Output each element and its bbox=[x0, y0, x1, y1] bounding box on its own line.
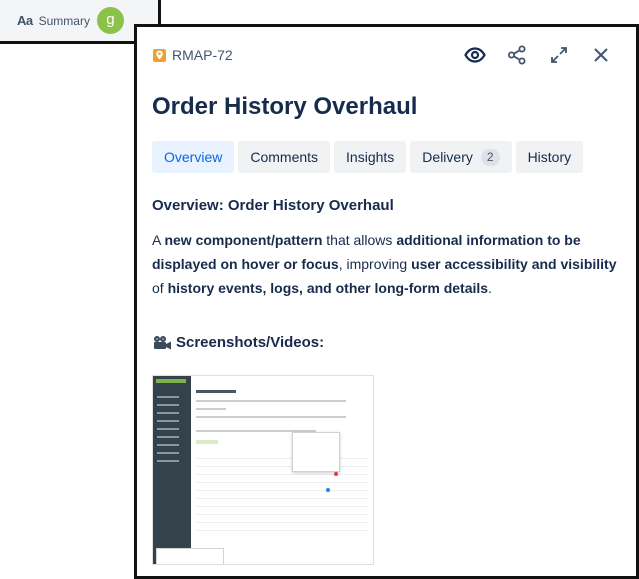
thumbnail-field bbox=[196, 408, 226, 410]
avatar[interactable]: g bbox=[96, 7, 124, 34]
thumbnail-nav-line bbox=[157, 460, 179, 462]
bold-run: user accessibility and visibility bbox=[411, 256, 617, 272]
screenshots-heading-label: Screenshots/Videos: bbox=[176, 334, 325, 351]
text-run: that allows bbox=[322, 232, 397, 248]
thumbnail-nav-line bbox=[157, 436, 179, 438]
thumbnail-nav-line bbox=[157, 396, 179, 398]
tab-label: Overview bbox=[164, 149, 223, 165]
tab-label: History bbox=[527, 149, 572, 165]
tab-label: Insights bbox=[346, 149, 395, 165]
card-header: RMAP-72 bbox=[153, 44, 622, 66]
share-icon bbox=[508, 45, 526, 65]
text-run: , improving bbox=[338, 256, 412, 272]
thumbnail-button bbox=[196, 440, 218, 444]
tab-label: Comments bbox=[250, 149, 319, 165]
thumbnail-nav-line bbox=[157, 428, 179, 430]
thumbnail-heading bbox=[196, 390, 236, 393]
thumbnail-tooltip bbox=[156, 548, 224, 564]
thumbnail-field bbox=[196, 400, 346, 402]
thumbnail-table-row bbox=[196, 486, 367, 491]
text-run: A bbox=[152, 232, 165, 248]
thumbnail-nav-line bbox=[157, 444, 179, 446]
location-pin-icon bbox=[153, 48, 166, 62]
close-button[interactable] bbox=[580, 41, 622, 69]
share-button[interactable] bbox=[496, 41, 538, 69]
thumbnail-table-row bbox=[196, 526, 367, 531]
summary-label: Summary bbox=[38, 13, 90, 28]
expand-icon bbox=[551, 47, 567, 63]
movie-camera-icon bbox=[154, 335, 171, 349]
thumbnail-sidebar bbox=[153, 376, 191, 564]
eye-icon bbox=[464, 47, 486, 63]
thumbnail-nav-line bbox=[157, 412, 179, 414]
thumbnail-status-dot bbox=[326, 488, 330, 492]
watch-button[interactable] bbox=[454, 41, 496, 69]
overview-heading: Overview: Order History Overhaul bbox=[152, 197, 394, 214]
close-icon bbox=[594, 48, 608, 62]
tab-insights[interactable]: Insights bbox=[334, 141, 407, 173]
overview-content: Overview: Order History Overhaul A new c… bbox=[152, 197, 622, 351]
thumbnail-table-row bbox=[196, 470, 367, 475]
thumbnail-hover-popup bbox=[292, 432, 340, 472]
tab-comments[interactable]: Comments bbox=[238, 141, 331, 173]
issue-title[interactable]: Order History Overhaul bbox=[152, 93, 417, 121]
thumbnail-nav-line bbox=[157, 404, 179, 406]
text-type-icon: Aa bbox=[17, 13, 33, 28]
tab-bar: Overview Comments Insights Delivery 2 Hi… bbox=[152, 141, 584, 173]
thumbnail-table-row bbox=[196, 510, 367, 515]
thumbnail-table-row bbox=[196, 478, 367, 483]
tab-overview[interactable]: Overview bbox=[152, 141, 235, 173]
screenshot-thumbnail[interactable] bbox=[152, 375, 374, 565]
issue-card: RMAP-72 Order History Overhaul Overview … bbox=[134, 24, 639, 579]
description-paragraph: A new component/pattern that allows addi… bbox=[152, 228, 622, 300]
issue-key[interactable]: RMAP-72 bbox=[172, 47, 233, 63]
thumbnail-table-row bbox=[196, 494, 367, 499]
thumbnail-main bbox=[194, 376, 373, 564]
thumbnail-table-row bbox=[196, 454, 367, 459]
thumbnail-status-dot bbox=[334, 472, 338, 476]
text-run: of bbox=[152, 280, 168, 296]
thumbnail-logo bbox=[156, 379, 186, 383]
tab-count-badge: 2 bbox=[480, 148, 500, 166]
thumbnail-nav-line bbox=[157, 420, 179, 422]
screenshots-heading: Screenshots/Videos: bbox=[152, 334, 622, 351]
tab-history[interactable]: History bbox=[515, 141, 584, 173]
text-run: . bbox=[488, 280, 492, 296]
thumbnail-table-row bbox=[196, 462, 367, 467]
thumbnail-nav-line bbox=[157, 452, 179, 454]
thumbnail-table-row bbox=[196, 518, 367, 523]
bold-run: history events, logs, and other long-for… bbox=[167, 280, 489, 296]
thumbnail-table-row bbox=[196, 502, 367, 507]
bold-run: new component/pattern bbox=[164, 232, 323, 248]
thumbnail-field bbox=[196, 416, 346, 418]
expand-button[interactable] bbox=[538, 41, 580, 69]
tab-delivery[interactable]: Delivery 2 bbox=[410, 141, 512, 173]
tab-label: Delivery bbox=[422, 149, 473, 165]
